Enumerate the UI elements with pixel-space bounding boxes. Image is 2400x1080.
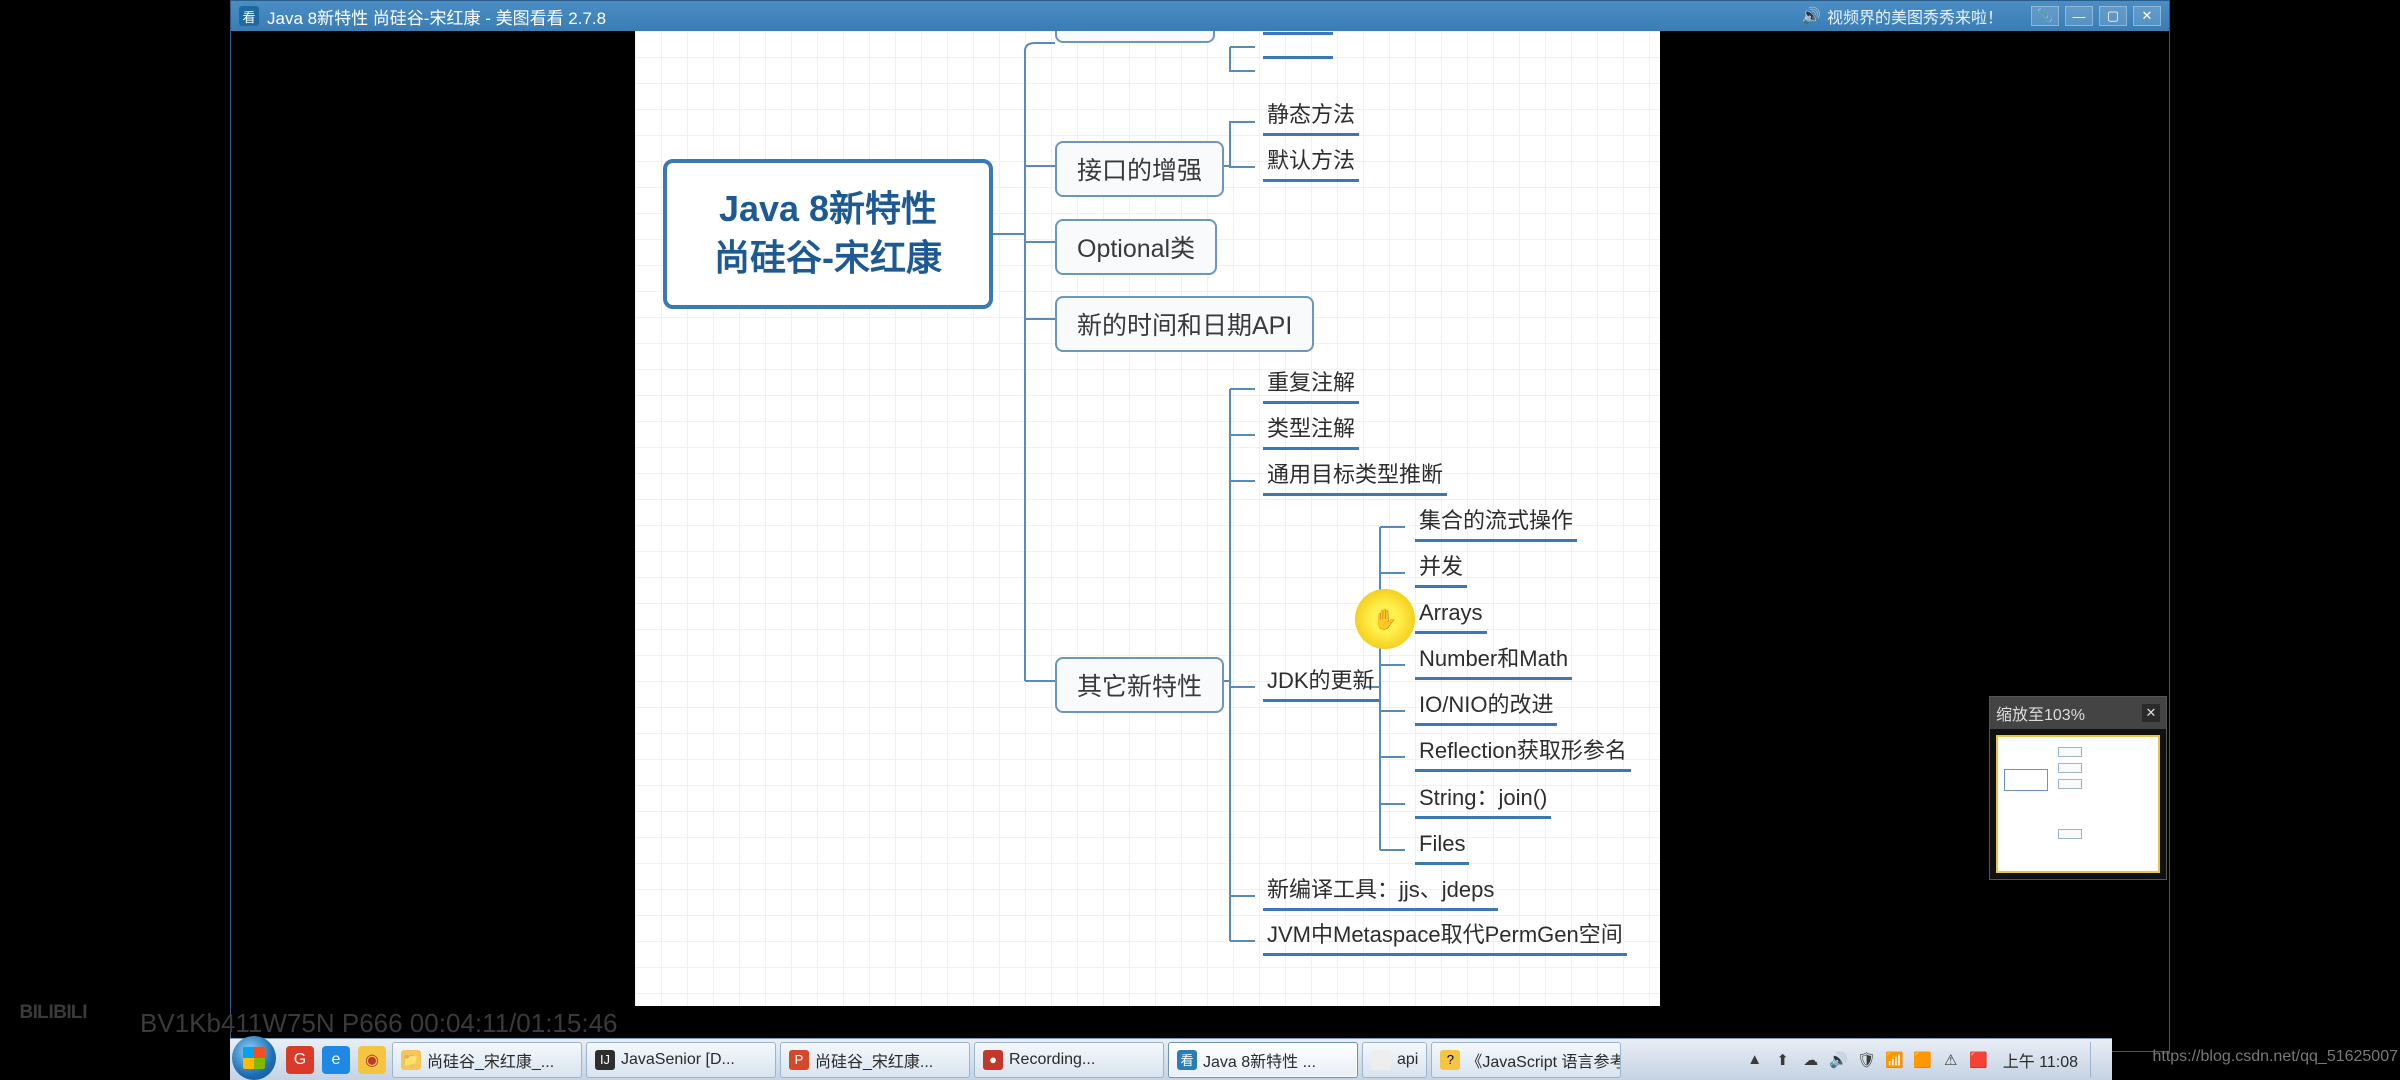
tray-icon-0[interactable]: ▲ <box>1745 1050 1765 1070</box>
leaf-arrays: Arrays <box>1415 599 1487 634</box>
pin-button[interactable]: 📎 <box>2031 6 2059 26</box>
tray-icon-1[interactable]: ⬆ <box>1773 1050 1793 1070</box>
taskbar[interactable]: Ge ◉ 📁 尚硅谷_宋红康_... IJ JavaSenior [D... P 尚硅谷_宋… <box>230 1038 2112 1080</box>
tray-icon-7[interactable]: ⚠ <box>1941 1050 1961 1070</box>
zoom-panel-close-icon[interactable]: ✕ <box>2142 704 2160 722</box>
show-desktop-button[interactable] <box>2090 1042 2104 1078</box>
leaf-cut-1 <box>1263 31 1333 35</box>
taskbar-item-icon: 看 <box>1177 1050 1197 1070</box>
quicklaunch-icon-1[interactable]: e <box>322 1046 350 1074</box>
node-cut-top-1 <box>1055 31 1215 43</box>
zoom-label: 缩放至103% <box>1996 701 2085 725</box>
leaf-reflection: Reflection获取形参名 <box>1415 737 1631 772</box>
taskbar-item-icon: 📁 <box>401 1050 421 1070</box>
taskbar-item-3[interactable]: ● Recording... <box>974 1042 1164 1078</box>
mindmap: Java 8新特性 尚硅谷-宋红康 接口的增强 静态方法 默认方法 Option… <box>635 31 1660 1006</box>
leaf-jdk-update: JDK的更新 <box>1263 667 1379 702</box>
leaf-concurrency: 并发 <box>1415 553 1467 588</box>
tray-icon-6[interactable]: 🟧 <box>1913 1050 1933 1070</box>
leaf-target-type-inference: 通用目标类型推断 <box>1263 461 1447 496</box>
tray-icon-5[interactable]: 📶 <box>1885 1050 1905 1070</box>
leaf-repeat-annotation: 重复注解 <box>1263 369 1359 404</box>
taskbar-item-label: api <box>1397 1051 1418 1069</box>
leaf-static-method: 静态方法 <box>1263 101 1359 136</box>
node-datetime: 新的时间和日期API <box>1055 296 1314 352</box>
system-tray[interactable]: ▲ ⬆ ☁ 🔊 🛡 📶 🟧 ⚠ 🟥 上午 11:08 <box>1745 1042 2112 1078</box>
tray-icon-4[interactable]: 🛡 <box>1857 1050 1877 1070</box>
quicklaunch-icon-0[interactable]: G <box>286 1046 314 1074</box>
tray-icon-2[interactable]: ☁ <box>1801 1050 1821 1070</box>
quicklaunch-icon-2[interactable]: ◉ <box>358 1046 386 1074</box>
taskbar-item-icon: P <box>789 1050 809 1070</box>
leaf-string-join: String：join() <box>1415 784 1551 819</box>
zoom-preview[interactable] <box>1990 729 2166 879</box>
taskbar-item-label: 尚硅谷_宋红康_... <box>427 1048 554 1072</box>
leaf-files: Files <box>1415 830 1469 865</box>
leaf-default-method: 默认方法 <box>1263 147 1359 182</box>
zoom-overview-panel[interactable]: 缩放至103% ✕ <box>1989 696 2167 880</box>
promo-banner[interactable]: 🔊 视频界的美图秀秀来啦！ <box>1801 4 2003 28</box>
tray-icon-3[interactable]: 🔊 <box>1829 1050 1849 1070</box>
taskbar-item-label: Recording... <box>1009 1051 1095 1069</box>
cursor-highlight: ✋ <box>1355 589 1415 649</box>
leaf-compile-tools: 新编译工具：jjs、jdeps <box>1263 876 1498 911</box>
maximize-button[interactable]: ▢ <box>2099 6 2127 26</box>
zoom-thumbnail <box>1996 735 2160 873</box>
taskbar-item-label: Java 8新特性 ... <box>1203 1048 1316 1072</box>
node-others: 其它新特性 <box>1055 657 1224 713</box>
root-line2: 尚硅谷-宋红康 <box>714 234 942 283</box>
tray-icon-8[interactable]: 🟥 <box>1969 1050 1989 1070</box>
taskbar-item-icon: ? <box>1440 1050 1460 1070</box>
minimize-button[interactable]: — <box>2065 6 2093 26</box>
leaf-type-annotation: 类型注解 <box>1263 415 1359 450</box>
taskbar-item-1[interactable]: IJ JavaSenior [D... <box>586 1042 776 1078</box>
csdn-url-watermark: https://blog.csdn.net/qq_51625007 <box>2152 1048 2398 1066</box>
start-button[interactable] <box>232 1036 276 1080</box>
leaf-stream-ops: 集合的流式操作 <box>1415 507 1577 542</box>
taskbar-item-label: JavaSenior [D... <box>621 1051 735 1069</box>
taskbar-item-icon: IJ <box>595 1050 615 1070</box>
leaf-metaspace: JVM中Metaspace取代PermGen空间 <box>1263 921 1627 956</box>
taskbar-item-label: 尚硅谷_宋红康... <box>815 1048 933 1072</box>
taskbar-item-icon: ● <box>983 1050 1003 1070</box>
promo-banner-text: 视频界的美图秀秀来啦！ <box>1827 4 2003 28</box>
taskbar-item-4[interactable]: 看 Java 8新特性 ... <box>1168 1042 1358 1078</box>
close-button[interactable]: ✕ <box>2133 6 2161 26</box>
window-title: Java 8新特性 尚硅谷-宋红康 - 美图看看 2.7.8 <box>267 4 606 29</box>
mindmap-root-node: Java 8新特性 尚硅谷-宋红康 <box>663 159 993 309</box>
clock[interactable]: 上午 11:08 <box>2003 1048 2078 1072</box>
root-line1: Java 8新特性 <box>719 185 937 234</box>
bilibili-logo-watermark: ᴮᴵᴸᴵᴮᴵᴸᴵ <box>20 1000 87 1032</box>
hand-cursor-icon: ✋ <box>1373 607 1398 632</box>
viewer-canvas[interactable]: Java 8新特性 尚硅谷-宋红康 接口的增强 静态方法 默认方法 Option… <box>231 31 2169 1051</box>
bilibili-video-id-watermark: BV1Kb411W75N P666 00:04:11/01:15:46 <box>140 1008 618 1039</box>
app-icon: 看 <box>239 6 259 26</box>
displayed-image: Java 8新特性 尚硅谷-宋红康 接口的增强 静态方法 默认方法 Option… <box>635 31 1660 1006</box>
taskbar-item-6[interactable]: ? 《JavaScript 语言参考... <box>1431 1042 1621 1078</box>
node-interface: 接口的增强 <box>1055 141 1224 197</box>
window-controls: 📎 — ▢ ✕ <box>2031 6 2161 26</box>
image-viewer-window: 看 Java 8新特性 尚硅谷-宋红康 - 美图看看 2.7.8 🔊 视频界的美… <box>230 0 2170 1052</box>
speaker-icon: 🔊 <box>1801 6 1821 26</box>
leaf-number-math: Number和Math <box>1415 645 1572 680</box>
taskbar-item-2[interactable]: P 尚硅谷_宋红康... <box>780 1042 970 1078</box>
leaf-io-nio: IO/NIO的改进 <box>1415 691 1557 726</box>
leaf-cut-2 <box>1263 53 1333 59</box>
taskbar-item-5[interactable]: api <box>1362 1042 1427 1078</box>
node-optional: Optional类 <box>1055 219 1217 275</box>
taskbar-item-label: 《JavaScript 语言参考... <box>1466 1048 1621 1072</box>
titlebar[interactable]: 看 Java 8新特性 尚硅谷-宋红康 - 美图看看 2.7.8 🔊 视频界的美… <box>231 1 2169 31</box>
taskbar-item-icon <box>1371 1050 1391 1070</box>
taskbar-item-0[interactable]: 📁 尚硅谷_宋红康_... <box>392 1042 582 1078</box>
